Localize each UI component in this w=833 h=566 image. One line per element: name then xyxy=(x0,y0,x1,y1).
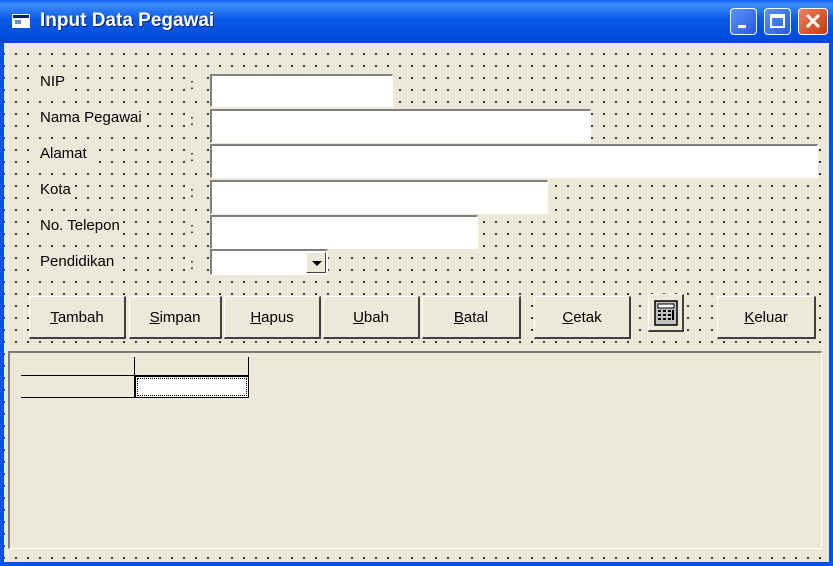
data-grid[interactable] xyxy=(8,351,822,549)
alamat-label: Alamat xyxy=(38,145,89,163)
app-icon xyxy=(12,14,30,28)
ubah-label: bah xyxy=(363,308,389,326)
ubah-button[interactable]: Ubah xyxy=(323,296,420,339)
tambah-button[interactable]: Tambah xyxy=(29,296,126,339)
form-client-area: NIP : Nama Pegawai : Alamat : Kota : No.… xyxy=(4,43,829,562)
maximize-button[interactable] xyxy=(764,8,791,35)
calculator-button[interactable] xyxy=(648,294,684,332)
window: Input Data Pegawai NIP : Nama Pegawai : … xyxy=(0,0,833,566)
simpan-button[interactable]: Simpan xyxy=(129,296,222,339)
hapus-label: apus xyxy=(261,308,294,326)
nip-label: NIP xyxy=(38,73,68,91)
pendidikan-label: Pendidikan xyxy=(38,253,117,271)
simpan-accel: S xyxy=(149,308,160,326)
kota-label: Kota xyxy=(38,181,73,199)
nama-pegawai-label: Nama Pegawai xyxy=(38,109,144,127)
hapus-button[interactable]: Hapus xyxy=(224,296,321,339)
tambah-accel: T xyxy=(50,308,58,326)
keluar-label: eluar xyxy=(754,308,788,326)
batal-label: atal xyxy=(463,308,489,326)
chevron-down-icon xyxy=(312,261,322,266)
grid-row-header-cell xyxy=(21,376,135,398)
pendidikan-colon: : xyxy=(187,256,197,274)
hapus-accel: H xyxy=(250,308,262,326)
calculator-icon xyxy=(653,299,678,326)
grid-header-cell[interactable] xyxy=(135,357,249,376)
nama-pegawai-colon: : xyxy=(187,112,197,130)
close-icon xyxy=(805,13,821,29)
batal-accel: B xyxy=(453,308,464,326)
nip-colon: : xyxy=(187,76,197,94)
keluar-button[interactable]: Keluar xyxy=(717,296,816,339)
pendidikan-combobox[interactable] xyxy=(210,249,328,275)
ubah-accel: U xyxy=(353,308,364,326)
alamat-input[interactable] xyxy=(210,144,818,178)
keluar-accel: K xyxy=(744,308,755,326)
window-title: Input Data Pegawai xyxy=(40,10,215,31)
close-button[interactable] xyxy=(798,8,828,35)
minimize-icon xyxy=(738,25,746,28)
minimize-button[interactable] xyxy=(730,8,757,35)
alamat-colon: : xyxy=(187,148,197,166)
grid-header-fixed-cell xyxy=(21,357,135,376)
tambah-label: ambah xyxy=(57,308,104,326)
kota-colon: : xyxy=(187,184,197,202)
no-telepon-input[interactable] xyxy=(210,215,478,249)
grid-selected-cell[interactable] xyxy=(135,376,249,398)
cetak-accel: C xyxy=(562,308,574,326)
nip-input[interactable] xyxy=(210,74,393,107)
dropdown-button[interactable] xyxy=(306,252,326,273)
no-telepon-colon: : xyxy=(187,220,197,238)
cetak-label: etak xyxy=(573,308,602,326)
maximize-icon xyxy=(770,14,785,28)
cetak-button[interactable]: Cetak xyxy=(534,296,631,339)
simpan-label: impan xyxy=(159,308,201,326)
no-telepon-label: No. Telepon xyxy=(38,217,122,235)
title-bar[interactable]: Input Data Pegawai xyxy=(0,0,833,43)
kota-input[interactable] xyxy=(210,180,548,214)
nama-pegawai-input[interactable] xyxy=(210,109,591,143)
batal-button[interactable]: Batal xyxy=(422,296,521,339)
